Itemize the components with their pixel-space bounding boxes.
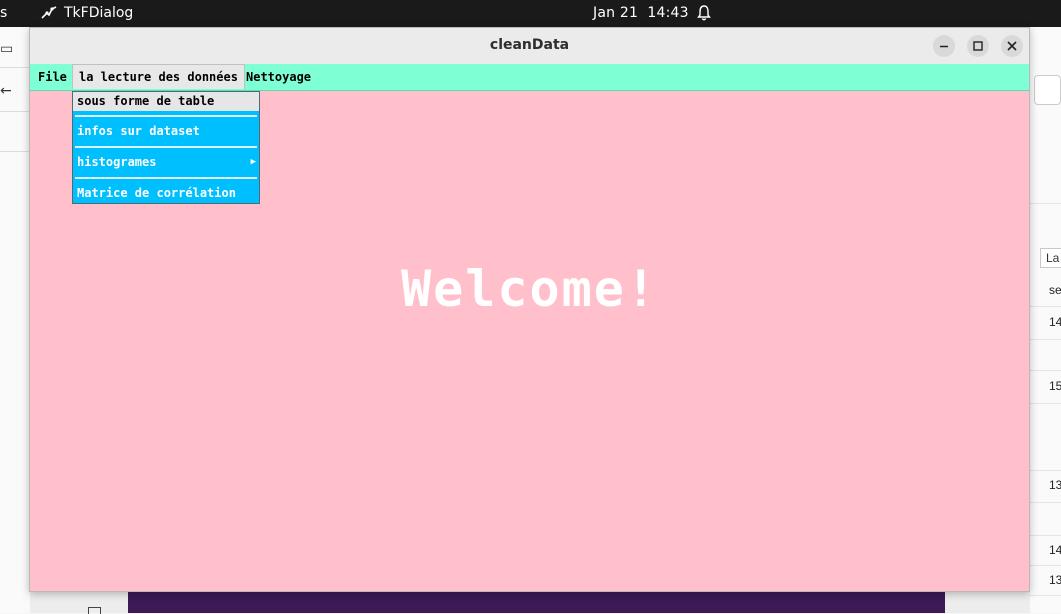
menu-item-matrice-de-correlation[interactable]: Matrice de corrélation — [73, 184, 259, 203]
background-button — [1034, 75, 1061, 105]
background-app-right: La se 14 15 13 14 13 — [1030, 27, 1061, 613]
table-row — [1030, 502, 1061, 503]
menu-separator — [75, 177, 257, 179]
background-number: 15 — [1049, 379, 1061, 393]
background-number: 13 — [1049, 478, 1061, 492]
close-icon — [1007, 41, 1017, 51]
back-arrow-icon: ← — [0, 83, 12, 99]
window-titlebar[interactable]: cleanData — [30, 28, 1029, 65]
background-number: 14 — [1049, 315, 1061, 329]
menu-item-histogrames[interactable]: histogrames ▶ — [73, 153, 259, 172]
menu-lecture-des-donnees[interactable]: la lecture des données — [72, 64, 245, 89]
menu-nettoyage[interactable]: Nettoyage — [240, 64, 317, 90]
table-row — [1030, 306, 1061, 307]
lecture-dropdown-menu: sous forme de table infos sur dataset hi… — [72, 91, 260, 204]
submenu-arrow-icon: ▶ — [250, 157, 256, 167]
active-app-name: TkFDialog — [64, 5, 134, 21]
top-bar-edge-text: s — [0, 5, 8, 21]
divider — [0, 111, 30, 112]
menu-bar: File la lecture des données Nettoyage — [30, 64, 1029, 91]
minimize-icon — [940, 45, 948, 48]
maximize-button[interactable] — [967, 35, 989, 57]
table-row — [1030, 595, 1061, 596]
clock-date: Jan 21 — [593, 5, 639, 21]
table-row — [1030, 535, 1061, 536]
calendar-icon: ▭ — [0, 41, 14, 57]
table-row — [1030, 370, 1061, 371]
background-number: 13 — [1049, 573, 1061, 587]
table-row — [1030, 203, 1061, 204]
notification-bell-icon[interactable] — [695, 4, 713, 22]
table-row — [1030, 470, 1061, 471]
window-title: cleanData — [489, 37, 570, 53]
background-panel — [128, 592, 945, 613]
menu-file[interactable]: File — [32, 64, 73, 90]
background-app-left: ▭ ← — [0, 27, 31, 613]
table-row — [1030, 565, 1061, 566]
maximize-icon — [973, 41, 983, 51]
menu-item-sous-forme-de-table[interactable]: sous forme de table — [73, 92, 259, 111]
menu-separator — [75, 146, 257, 148]
clock-time: 14:43 — [647, 5, 689, 21]
close-button[interactable] — [1001, 35, 1023, 57]
background-app-bottom — [30, 592, 1030, 614]
system-top-bar: s TkFDialog Jan 21 14:43 — [0, 0, 1061, 27]
welcome-heading: Welcome! — [401, 260, 658, 318]
active-app-indicator[interactable]: TkFDialog — [40, 4, 133, 22]
app-icon — [41, 6, 57, 19]
date-time[interactable]: Jan 21 14:43 — [593, 5, 689, 21]
background-number: 14 — [1049, 543, 1061, 557]
background-field: La — [1040, 248, 1061, 268]
menu-item-histogrames-label: histogrames — [77, 155, 157, 169]
background-column-text: se — [1049, 283, 1061, 297]
table-row — [1030, 403, 1061, 404]
menu-item-infos-sur-dataset[interactable]: infos sur dataset — [73, 122, 259, 141]
divider — [0, 67, 30, 68]
minimize-button[interactable] — [933, 35, 955, 57]
table-row — [1030, 339, 1061, 340]
menu-separator — [75, 115, 257, 117]
divider — [0, 151, 30, 152]
